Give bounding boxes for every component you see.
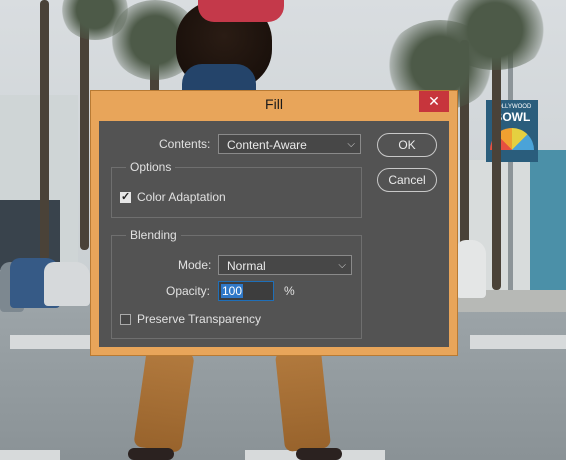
close-button[interactable]: ✕ [419,91,449,112]
street-pole [508,50,513,300]
mode-select[interactable]: Normal ⌵ [218,255,352,275]
dialog-body: Contents: Content-Aware ⌵ Options Color … [99,121,449,347]
options-group: Options Color Adaptation [111,160,362,218]
blending-legend: Blending [126,228,181,242]
blending-group: Blending Mode: Normal ⌵ Opacity: 100 % P… [111,228,362,339]
car [44,262,90,306]
contents-value: Content-Aware [227,138,307,152]
van [456,240,486,298]
cancel-button[interactable]: Cancel [377,168,437,192]
person-shoe [128,448,174,460]
opacity-value: 100 [221,284,244,298]
preserve-transparency-checkbox[interactable] [120,314,131,325]
color-adaptation-label[interactable]: Color Adaptation [137,190,226,204]
opacity-unit: % [284,284,295,298]
chevron-down-icon: ⌵ [338,260,346,271]
preserve-transparency-label[interactable]: Preserve Transparency [137,312,261,326]
crosswalk-stripe [470,335,566,349]
mode-label: Mode: [178,258,212,272]
ok-button[interactable]: OK [377,133,437,157]
dialog-titlebar[interactable]: Fill ✕ [91,91,457,117]
contents-label: Contents: [159,137,211,151]
person-shoe [296,448,342,460]
mode-value: Normal [227,259,266,273]
color-adaptation-checkbox[interactable] [120,190,131,203]
chevron-down-icon: ⌵ [347,139,355,150]
opacity-label: Opacity: [166,284,211,298]
palm-trunk [40,0,49,260]
person-cap [198,0,284,22]
dialog-title: Fill [265,96,283,112]
options-legend: Options [126,160,176,174]
opacity-input[interactable]: 100 [218,281,274,301]
close-icon: ✕ [428,93,440,109]
building-right-blue [530,150,566,290]
contents-select[interactable]: Content-Aware ⌵ [218,134,361,154]
crosswalk-stripe [0,450,60,460]
crosswalk-stripe [10,335,90,349]
fill-dialog: Fill ✕ Contents: Content-Aware ⌵ Options… [91,91,457,355]
